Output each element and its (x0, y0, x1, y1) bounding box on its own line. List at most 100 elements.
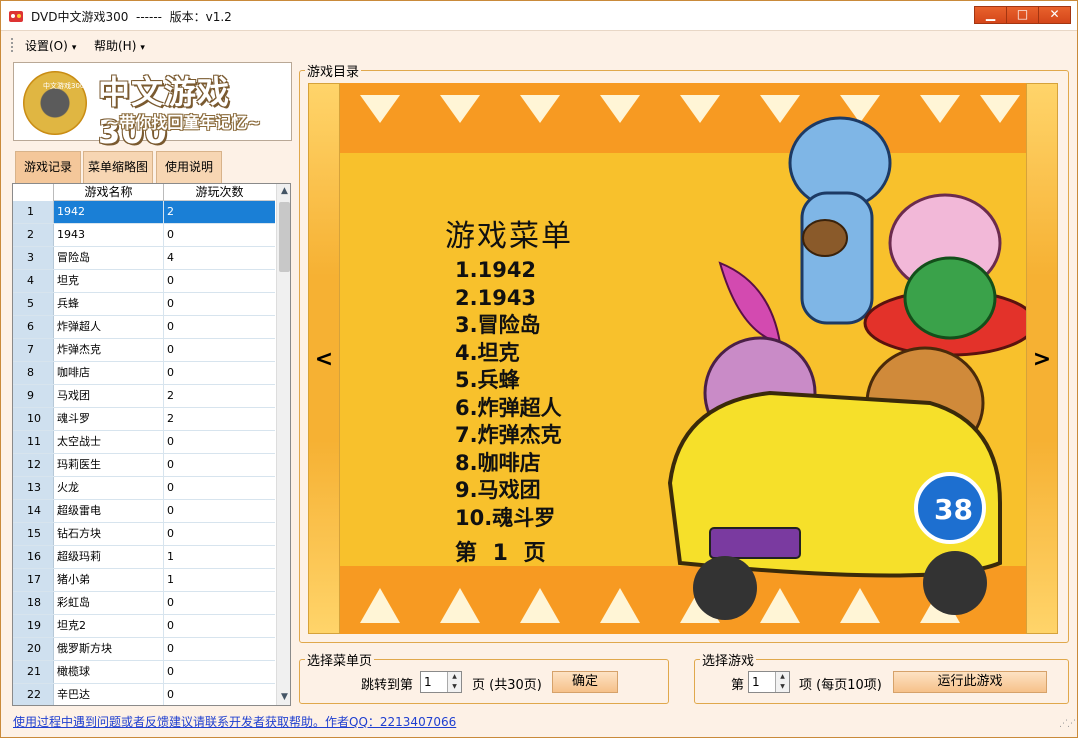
table-row[interactable]: 16 超级玛莉 1 (13, 546, 275, 569)
table-row[interactable]: 4 坦克 0 (13, 270, 275, 293)
row-number[interactable]: 11 (13, 431, 54, 453)
row-number[interactable]: 15 (13, 523, 54, 545)
play-count-cell[interactable]: 0 (164, 615, 275, 637)
game-name-cell[interactable]: 咖啡店 (54, 362, 164, 384)
table-row[interactable]: 19 坦克2 0 (13, 615, 275, 638)
table-row[interactable]: 5 兵蜂 0 (13, 293, 275, 316)
play-count-cell[interactable]: 2 (164, 201, 275, 223)
play-count-cell[interactable]: 0 (164, 500, 275, 522)
game-name-cell[interactable]: 猪小弟 (54, 569, 164, 591)
game-name-cell[interactable]: 兵蜂 (54, 293, 164, 315)
table-row[interactable]: 20 俄罗斯方块 0 (13, 638, 275, 661)
game-name-cell[interactable]: 坦克 (54, 270, 164, 292)
play-count-cell[interactable]: 0 (164, 454, 275, 476)
confirm-button[interactable]: 确定 (552, 671, 618, 693)
play-count-cell[interactable]: 4 (164, 247, 275, 269)
game-name-cell[interactable]: 炸弹杰克 (54, 339, 164, 361)
title-bar[interactable]: DVD中文游戏300 ------ 版本：v1.2 ▁ □ ✕ (1, 1, 1077, 31)
scroll-up-icon[interactable]: ▲ (277, 184, 290, 199)
menu-settings[interactable]: 设置(O) ▾ (25, 37, 76, 54)
row-number[interactable]: 14 (13, 500, 54, 522)
row-number[interactable]: 17 (13, 569, 54, 591)
row-number[interactable]: 10 (13, 408, 54, 430)
table-row[interactable]: 18 彩虹岛 0 (13, 592, 275, 615)
resize-grip-icon[interactable]: ⋰⋰ (1059, 719, 1076, 733)
row-number[interactable]: 3 (13, 247, 54, 269)
table-row[interactable]: 11 太空战士 0 (13, 431, 275, 454)
column-header-name[interactable]: 游戏名称 (54, 184, 164, 201)
tab-menu-thumbnails[interactable]: 菜单缩略图 (83, 151, 153, 184)
row-number[interactable]: 6 (13, 316, 54, 338)
row-number[interactable]: 18 (13, 592, 54, 614)
row-number[interactable]: 2 (13, 224, 54, 246)
scroll-thumb[interactable] (279, 202, 290, 272)
play-count-cell[interactable]: 0 (164, 270, 275, 292)
play-count-cell[interactable]: 0 (164, 477, 275, 499)
play-count-cell[interactable]: 0 (164, 431, 275, 453)
row-number[interactable]: 20 (13, 638, 54, 660)
table-row[interactable]: ▶119422 (13, 201, 275, 224)
prev-page-button[interactable]: < (308, 83, 340, 634)
game-name-cell[interactable]: 火龙 (54, 477, 164, 499)
menu-help[interactable]: 帮助(H) ▾ (94, 37, 145, 54)
play-count-cell[interactable]: 2 (164, 408, 275, 430)
table-row[interactable]: 2 1943 0 (13, 224, 275, 247)
table-row[interactable]: 22 辛巴达 0 (13, 684, 275, 705)
table-row[interactable]: 13 火龙 0 (13, 477, 275, 500)
row-number[interactable]: 22 (13, 684, 54, 705)
maximize-button[interactable]: □ (1006, 6, 1039, 24)
game-name-cell[interactable]: 超级玛莉 (54, 546, 164, 568)
play-count-cell[interactable]: 1 (164, 546, 275, 568)
row-number[interactable]: 9 (13, 385, 54, 407)
row-number[interactable]: 19 (13, 615, 54, 637)
play-count-cell[interactable]: 0 (164, 316, 275, 338)
item-number-stepper[interactable]: 1 ▲ ▼ (748, 671, 790, 693)
row-number[interactable]: 5 (13, 293, 54, 315)
stepper-arrows-icon[interactable]: ▲ ▼ (447, 672, 461, 692)
table-row[interactable]: 21 橄榄球 0 (13, 661, 275, 684)
play-count-cell[interactable]: 0 (164, 523, 275, 545)
game-name-cell[interactable]: 冒险岛 (54, 247, 164, 269)
page-number-stepper[interactable]: 1 ▲ ▼ (420, 671, 462, 693)
table-row[interactable]: 9 马戏团 2 (13, 385, 275, 408)
column-header-count[interactable]: 游玩次数 (164, 184, 275, 201)
row-number[interactable]: 12 (13, 454, 54, 476)
minimize-button[interactable]: ▁ (974, 6, 1007, 24)
game-name-cell[interactable]: 超级雷电 (54, 500, 164, 522)
play-count-cell[interactable]: 0 (164, 592, 275, 614)
game-name-cell[interactable]: 辛巴达 (54, 684, 164, 705)
tab-instructions[interactable]: 使用说明 (156, 151, 222, 184)
table-row[interactable]: 3 冒险岛 4 (13, 247, 275, 270)
table-row[interactable]: 8 咖啡店 0 (13, 362, 275, 385)
game-name-cell[interactable]: 太空战士 (54, 431, 164, 453)
game-name-cell[interactable]: 1943 (54, 224, 164, 246)
game-name-cell[interactable]: 橄榄球 (54, 661, 164, 683)
play-count-cell[interactable]: 0 (164, 362, 275, 384)
scroll-down-icon[interactable]: ▼ (277, 690, 290, 705)
next-page-button[interactable]: > (1026, 83, 1058, 634)
row-number[interactable]: 1 (13, 201, 54, 223)
table-scrollbar[interactable]: ▲ ▼ (276, 184, 290, 705)
table-row[interactable]: 12 玛莉医生 0 (13, 454, 275, 477)
play-count-cell[interactable]: 0 (164, 638, 275, 660)
play-count-cell[interactable]: 1 (164, 569, 275, 591)
table-row[interactable]: 10 魂斗罗 2 (13, 408, 275, 431)
play-count-cell[interactable]: 0 (164, 661, 275, 683)
stepper-arrows-icon[interactable]: ▲ ▼ (775, 672, 789, 692)
row-number[interactable]: 4 (13, 270, 54, 292)
game-name-cell[interactable]: 玛莉医生 (54, 454, 164, 476)
game-name-cell[interactable]: 炸弹超人 (54, 316, 164, 338)
row-number[interactable]: 16 (13, 546, 54, 568)
play-count-cell[interactable]: 0 (164, 224, 275, 246)
help-contact-link[interactable]: 使用过程中遇到问题或者反馈建议请联系开发者获取帮助。作者QQ：221340706… (13, 713, 456, 730)
table-row[interactable]: 7 炸弹杰克 0 (13, 339, 275, 362)
play-count-cell[interactable]: 2 (164, 385, 275, 407)
game-name-cell[interactable]: 钻石方块 (54, 523, 164, 545)
game-name-cell[interactable]: 坦克2 (54, 615, 164, 637)
game-name-cell[interactable]: 彩虹岛 (54, 592, 164, 614)
row-number[interactable]: 8 (13, 362, 54, 384)
table-row[interactable]: 14 超级雷电 0 (13, 500, 275, 523)
row-number[interactable]: 13 (13, 477, 54, 499)
close-button[interactable]: ✕ (1038, 6, 1071, 24)
play-count-cell[interactable]: 0 (164, 339, 275, 361)
